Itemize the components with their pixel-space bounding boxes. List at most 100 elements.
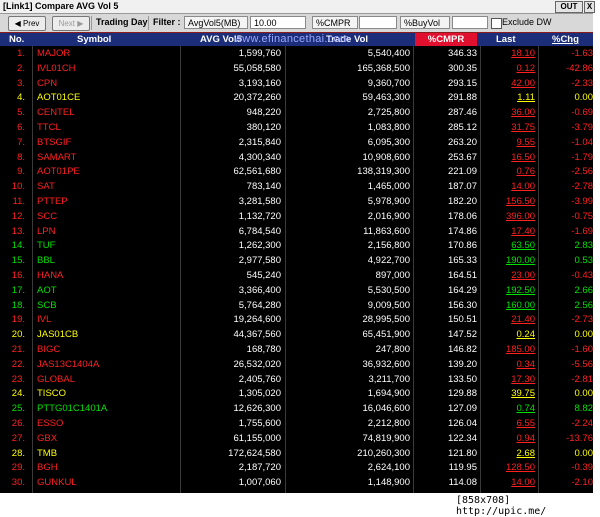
table-row[interactable]: 16. HANA 545,240 897,000 164.51 23.00 -0.43	[0, 269, 593, 283]
row-cmpr: 164.29	[447, 284, 477, 296]
table-row[interactable]: 26. ESSO 1,755,600 2,212,800 126.04 6.55 -2.24	[0, 417, 593, 431]
col-last-header[interactable]: Last	[496, 33, 516, 46]
row-avg-vol: 948,220	[246, 107, 281, 119]
exclude-dw-checkbox[interactable]	[491, 18, 502, 29]
row-last[interactable]: 185.00	[484, 343, 535, 357]
table-row[interactable]: 24. TISCO 1,305,020 1,694,900 129.88 39.75 0.0…	[0, 387, 593, 401]
row-cmpr: 174.86	[447, 225, 477, 237]
row-last[interactable]: 36.00	[484, 106, 535, 120]
row-last[interactable]: 31.75	[484, 121, 535, 135]
row-last[interactable]: 0.76	[484, 165, 536, 179]
row-last[interactable]: 0.24	[484, 328, 536, 342]
row-last[interactable]: 0.34	[484, 358, 536, 372]
watermark: www.efinancethai.com	[234, 33, 350, 45]
row-cmpr: 165.33	[447, 255, 477, 267]
row-number: 28.	[11, 447, 25, 459]
row-last[interactable]: 128.50	[484, 461, 535, 475]
table-row[interactable]: 29. BGH 2,187,720 2,624,100 119.95 128.50 -0.3…	[0, 461, 593, 475]
table-row[interactable]: 6. TTCL 380,120 1,083,800 285.12 31.75 -3.79	[0, 121, 593, 135]
table-row[interactable]: 30. GUNKUL 1,007,060 1,148,900 114.08 14.00 -2…	[0, 476, 593, 490]
col-chg-header[interactable]: %Chg	[552, 33, 579, 46]
row-last[interactable]: 16.50	[484, 151, 535, 165]
row-trade-vol: 16,046,600	[362, 403, 410, 415]
row-last[interactable]: 14.00	[484, 476, 535, 490]
table-row[interactable]: 8. SAMART 4,300,340 10,908,600 253.67 16.50 -1…	[0, 151, 593, 165]
row-trade-vol: 11,863,600	[363, 225, 410, 237]
row-number: 26.	[11, 418, 25, 429]
table-row[interactable]: 10. SAT 783,140 1,465,000 187.07 14.00 -2.78	[0, 180, 593, 194]
table-row[interactable]: 9. AOT01PE 62,561,680 138,319,300 221.09 0.76…	[0, 165, 593, 179]
row-last[interactable]: 1.11	[484, 91, 535, 105]
row-last[interactable]: 0.94	[484, 432, 536, 446]
buyvol-filter-input[interactable]	[452, 16, 488, 29]
table-row[interactable]: 25. PTTG01C1401A 12,626,300 16,046,600 127.0…	[0, 402, 593, 416]
trading-day-button[interactable]: Trading Day	[96, 16, 148, 29]
buyvol-filter-select[interactable]: %BuyVol >=	[400, 16, 450, 41]
row-chg: -0.43	[571, 270, 593, 281]
table-row[interactable]: 1. MAJOR 1,599,760 5,540,400 346.33 18.10 -1.6…	[0, 47, 593, 61]
avgvol-filter-select[interactable]: AvgVol5(MB) >=	[184, 16, 248, 41]
table-row[interactable]: 13. LPN 6,784,540 11,863,600 174.86 17.40 -1.6…	[0, 225, 593, 239]
row-last[interactable]: 17.30	[484, 373, 535, 387]
next-label: Next	[58, 19, 76, 28]
row-last[interactable]: 156.50	[484, 195, 535, 209]
table-row[interactable]: 21. BIGC 168,780 247,800 146.82 185.00 -1.60	[0, 343, 593, 357]
row-last[interactable]: 190.00	[484, 254, 535, 268]
table-row[interactable]: 15. BBL 2,977,580 4,922,700 165.33 190.00 0.53	[0, 254, 593, 268]
table-row[interactable]: 19. IVL 19,264,600 28,995,500 150.51 21.40 -2.…	[0, 313, 593, 327]
row-trade-vol: 138,319,300	[357, 166, 410, 178]
close-button[interactable]: X	[584, 1, 595, 13]
table-row[interactable]: 18. SCB 5,764,280 9,009,500 156.30 160.00 2.56	[0, 299, 593, 313]
table-row[interactable]: 11. PTTEP 3,281,580 5,978,900 182.20 156.50 -3…	[0, 195, 593, 209]
row-cmpr: 285.12	[447, 122, 477, 133]
table-row[interactable]: 28. TMB 172,624,580 210,260,300 121.80 2.68 0.…	[0, 447, 593, 461]
row-chg: -5.56	[571, 358, 593, 370]
row-last[interactable]: 192.50	[484, 284, 535, 298]
cmpr-filter-input[interactable]	[359, 16, 397, 29]
table-row[interactable]: 12. SCC 1,132,720 2,016,900 178.06 396.00 -0.7…	[0, 210, 593, 224]
table-row[interactable]: 22. JAS13C1404A 26,532,020 36,932,600 139.20…	[0, 358, 593, 372]
next-button[interactable]: Next ▶	[52, 16, 90, 31]
col-no-header[interactable]: No.	[9, 33, 24, 46]
prev-button[interactable]: ◀ Prev	[8, 16, 46, 31]
row-last[interactable]: 396.00	[484, 210, 535, 224]
row-last[interactable]: 17.40	[484, 225, 535, 239]
row-last[interactable]: 9.55	[484, 136, 536, 150]
table-row[interactable]: 17. AOT 3,366,400 5,530,500 164.29 192.50 2.66	[0, 284, 593, 298]
table-row[interactable]: 27. GBX 61,155,000 74,819,900 122.34 0.94 -13.…	[0, 432, 593, 446]
filter-label: Filter :	[153, 17, 181, 27]
row-last[interactable]: 160.00	[484, 299, 535, 313]
row-last[interactable]: 14.00	[484, 180, 535, 194]
out-button[interactable]: OUT	[555, 1, 583, 13]
row-last[interactable]: 21.40	[484, 313, 535, 327]
table-row[interactable]: 3. CPN 3,193,160 9,360,700 293.15 42.00 -2.33	[0, 77, 593, 91]
table-row[interactable]: 4. AOT01CE 20,372,260 59,463,300 291.88 1.11 0…	[0, 91, 593, 105]
row-last[interactable]: 2.68	[484, 447, 536, 461]
row-chg: -0.75	[571, 210, 593, 222]
row-last[interactable]: 6.55	[484, 417, 536, 431]
table-row[interactable]: 20. JAS01CB 44,367,560 65,451,900 147.52 0.24…	[0, 328, 593, 342]
table-row[interactable]: 2. IVL01CH 55,058,580 165,368,500 300.35 0.12…	[0, 62, 593, 76]
row-last[interactable]: 23.00	[484, 269, 535, 283]
row-last[interactable]: 0.12	[484, 62, 536, 76]
row-last[interactable]: 42.00	[484, 77, 535, 91]
row-last[interactable]: 18.10	[484, 47, 535, 61]
table-row[interactable]: 5. CENTEL 948,220 2,725,800 287.46 36.00 -0.69	[0, 106, 593, 120]
col-cmpr-header[interactable]: %CMPR	[415, 33, 477, 46]
row-number: 13.	[11, 225, 25, 237]
row-trade-vol: 210,260,300	[357, 447, 410, 459]
results-table[interactable]: No. Symbol AVG Vol5 Trade Vol %CMPR Last…	[0, 33, 593, 493]
row-last[interactable]: 63.50	[484, 239, 535, 253]
row-chg: -42.86	[566, 62, 593, 74]
row-chg: -3.79	[571, 122, 593, 133]
row-trade-vol: 3,211,700	[368, 373, 410, 385]
table-row[interactable]: 7. BTSGIF 2,315,840 6,095,300 263.20 9.55 -1.0…	[0, 136, 593, 150]
col-symbol-header[interactable]: Symbol	[77, 33, 111, 46]
row-chg: -2.73	[571, 314, 593, 326]
avgvol-filter-input[interactable]: 10.00	[250, 16, 306, 29]
row-last[interactable]: 39.75	[484, 387, 535, 401]
cmpr-filter-select[interactable]: %CMPR >=	[312, 16, 358, 41]
table-row[interactable]: 14. TUF 1,262,300 2,156,800 170.86 63.50 2.83	[0, 239, 593, 253]
row-last[interactable]: 0.74	[484, 402, 536, 416]
table-row[interactable]: 23. GLOBAL 2,405,760 3,211,700 133.50 17.30 -2…	[0, 373, 593, 387]
